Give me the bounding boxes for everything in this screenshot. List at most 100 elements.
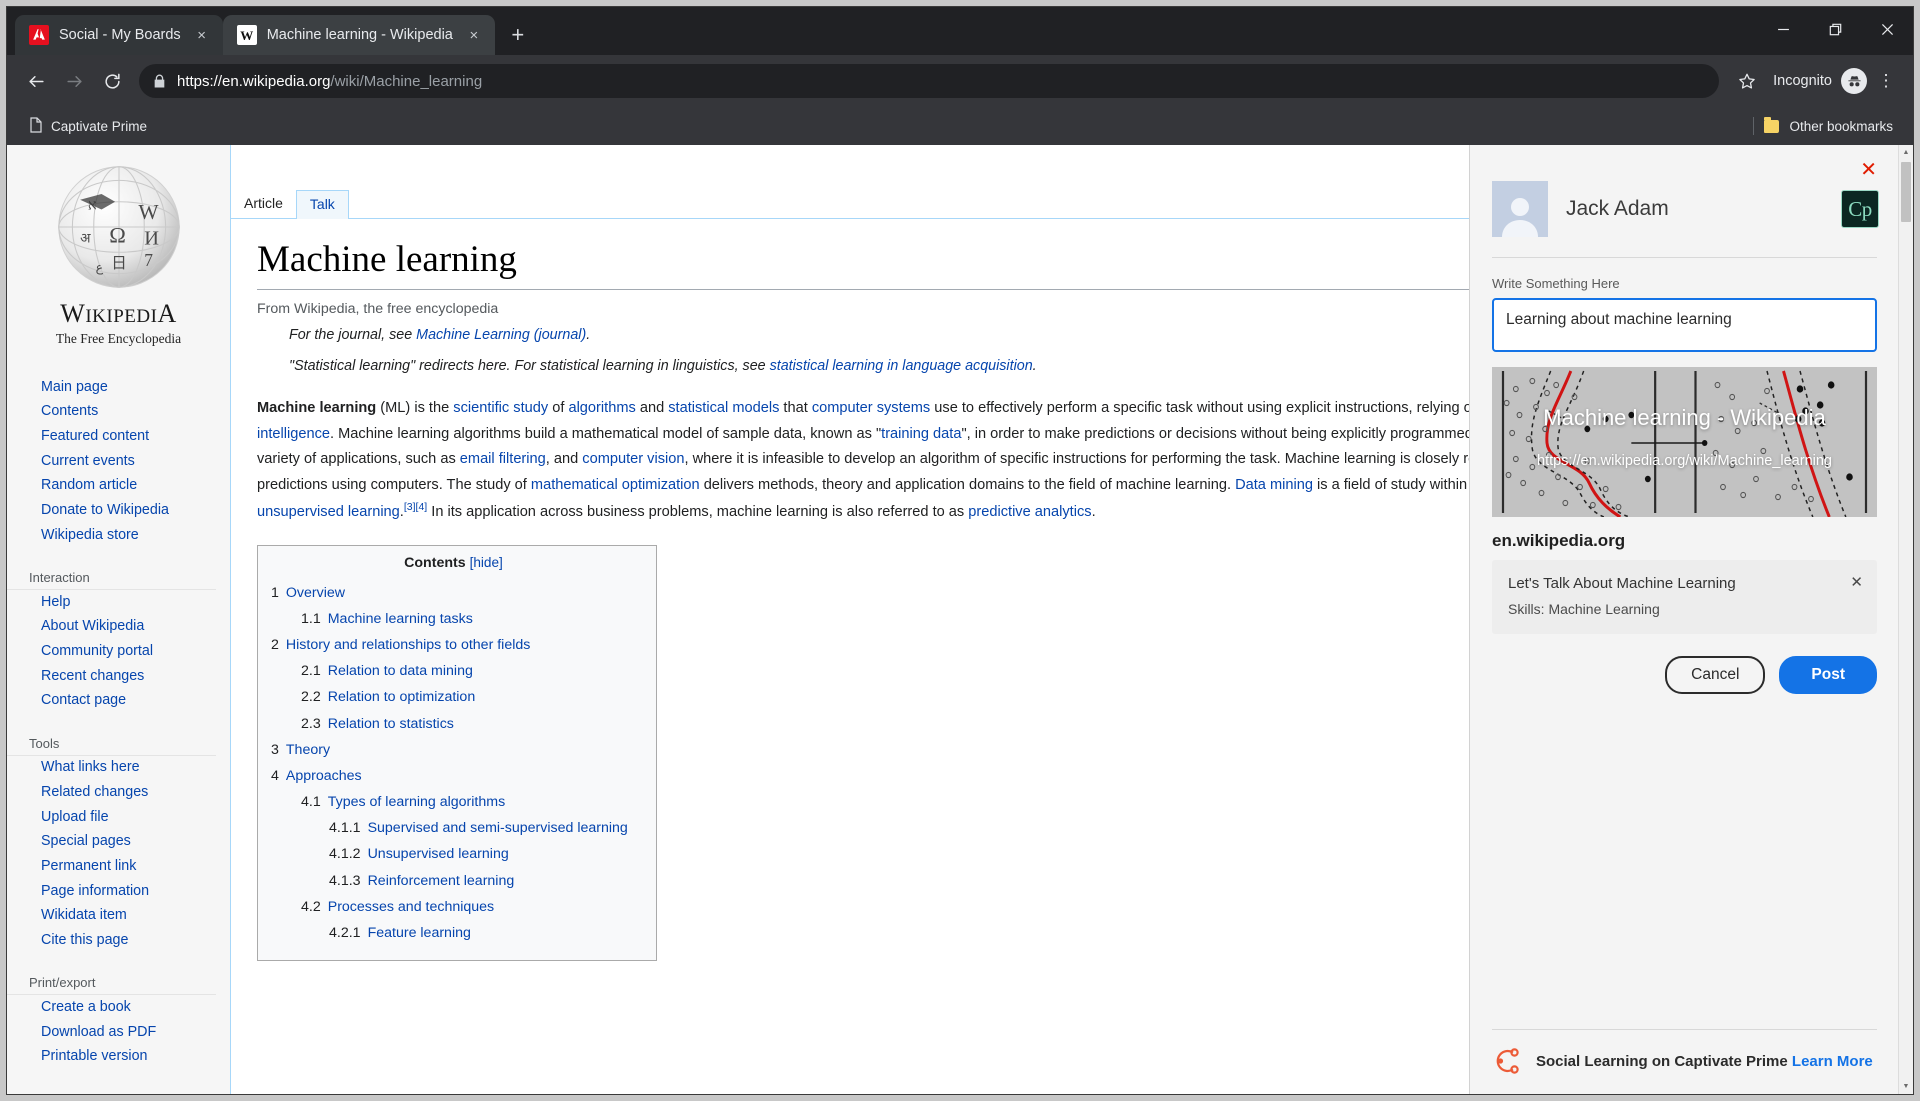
toc-entry[interactable]: 2 History and relationships to other fiel…: [269, 633, 638, 659]
sidebar-group: Interaction Help About Wikipedia Community …: [7, 566, 230, 730]
sidebar-item-special-pages[interactable]: Special pages: [7, 830, 230, 855]
toc-entry[interactable]: 1 Overview: [269, 580, 638, 606]
incognito-icon: [1841, 68, 1867, 94]
sidebar-item-page-information[interactable]: Page information: [7, 879, 230, 904]
reload-icon[interactable]: [95, 64, 129, 98]
sidebar-item-donate-to-wikipedia[interactable]: Donate to Wikipedia: [7, 499, 230, 524]
sidebar-item-recent-changes[interactable]: Recent changes: [7, 664, 230, 689]
toc-entry[interactable]: 4.1 Types of learning algorithms: [269, 790, 638, 816]
toc-label: Feature learning: [367, 924, 471, 941]
sidebar-item-cite-this-page[interactable]: Cite this page: [7, 929, 230, 954]
toc-entry[interactable]: 2.1 Relation to data mining: [269, 659, 638, 685]
sidebar-item-random-article[interactable]: Random article: [7, 474, 230, 499]
new-tab-button[interactable]: +: [501, 18, 535, 52]
tab-article[interactable]: Article: [231, 189, 296, 218]
toc-entry[interactable]: 2.3 Relation to statistics: [269, 711, 638, 737]
skill-card-dismiss-icon[interactable]: ✕: [1850, 573, 1863, 591]
toc-title: Contents [hide]: [269, 555, 638, 580]
toc-label: Supervised and semi-supervised learning: [367, 820, 628, 837]
sidebar-item-upload-file[interactable]: Upload file: [7, 805, 230, 830]
sidebar-item-create-a-book[interactable]: Create a book: [7, 995, 230, 1020]
scroll-down-icon[interactable]: ▼: [1899, 1079, 1913, 1094]
url-text: https://en.wikipedia.org/wiki/Machine_le…: [177, 73, 482, 90]
skill-card[interactable]: Let's Talk About Machine Learning Skills…: [1492, 560, 1877, 634]
toc-label: Relation to data mining: [327, 663, 473, 680]
toc-entry[interactable]: 4.1.1 Supervised and semi-supervised lear…: [269, 816, 638, 842]
toc-entry[interactable]: 1.1 Machine learning tasks: [269, 606, 638, 632]
toc-entry[interactable]: 4.1.3 Reinforcement learning: [269, 868, 638, 894]
svg-text:7: 7: [144, 250, 153, 270]
toc-entry[interactable]: 4.2.1 Feature learning: [269, 920, 638, 946]
tab-strip: Social - My Boards × W Machine learning …: [7, 7, 1913, 55]
captivate-prime-icon: [1496, 1048, 1519, 1074]
restore-icon[interactable]: [1809, 7, 1861, 51]
incognito-indicator[interactable]: Incognito: [1767, 68, 1867, 94]
wikipedia-icon: W: [236, 25, 257, 45]
hatnote-link[interactable]: Machine Learning (journal): [416, 327, 586, 343]
svg-text:И: И: [144, 227, 159, 249]
sidebar-item-wikipedia-store[interactable]: Wikipedia store: [7, 523, 230, 548]
panel-footer: Social Learning on Captivate Prime Learn…: [1492, 1029, 1877, 1094]
toc-entry[interactable]: 4 Approaches: [269, 763, 638, 789]
toc-label: History and relationships to other field…: [285, 637, 531, 654]
compose-input[interactable]: [1492, 298, 1877, 352]
browser-tab-wikipedia[interactable]: W Machine learning - Wikipedia ×: [222, 15, 495, 55]
sidebar-item-printable-version[interactable]: Printable version: [7, 1045, 230, 1070]
toc-number: 4.1.3: [329, 872, 361, 889]
sidebar-item-permanent-link[interactable]: Permanent link: [7, 855, 230, 880]
forward-arrow-icon[interactable]: [57, 64, 91, 98]
sidebar-item-what-links-here[interactable]: What links here: [7, 756, 230, 781]
sidebar-item-contents[interactable]: Contents: [7, 400, 230, 425]
address-bar[interactable]: https://en.wikipedia.org/wiki/Machine_le…: [139, 64, 1720, 98]
scrollbar-thumb[interactable]: [1901, 162, 1911, 222]
tab-talk[interactable]: Talk: [295, 189, 349, 219]
other-bookmarks-button[interactable]: Other bookmarks: [1789, 115, 1901, 138]
sidebar-item-wikidata-item[interactable]: Wikidata item: [7, 904, 230, 929]
minimize-icon[interactable]: [1757, 7, 1809, 51]
scatter-plot-image: [1492, 367, 1877, 517]
sidebar-item-about-wikipedia[interactable]: About Wikipedia: [7, 615, 230, 640]
toc-entry[interactable]: 4.1.2 Unsupervised learning: [269, 842, 638, 868]
sidebar-item-help[interactable]: Help: [7, 590, 230, 615]
preview-overlay-title: Machine learning - Wikipedia: [1543, 405, 1826, 430]
hatnote-link[interactable]: statistical learning in language acquisi…: [770, 358, 1033, 374]
footer-text: Social Learning on Captivate Prime Learn…: [1536, 1053, 1873, 1070]
learn-more-link[interactable]: Learn More: [1792, 1053, 1873, 1070]
toc-hide-link[interactable]: [hide]: [470, 555, 503, 570]
browser-menu-icon[interactable]: ⋮: [1871, 72, 1901, 89]
captivate-prime-badge: Cp: [1841, 190, 1879, 228]
sidebar-item-related-changes[interactable]: Related changes: [7, 780, 230, 805]
close-icon[interactable]: [1861, 7, 1913, 51]
toc-list: 1 Overview 1.1 Machine learning tasks 2 Histo…: [269, 580, 638, 946]
bookmark-label: Captivate Prime: [51, 118, 148, 134]
sidebar-item-community-portal[interactable]: Community portal: [7, 639, 230, 664]
cancel-button[interactable]: Cancel: [1665, 656, 1766, 694]
toc-label: Relation to optimization: [327, 689, 476, 706]
bookmark-captivate-prime[interactable]: Captivate Prime: [21, 113, 155, 140]
panel-close-icon[interactable]: ✕: [1860, 145, 1899, 179]
sidebar-item-contact-page[interactable]: Contact page: [7, 689, 230, 714]
browser-tab-social[interactable]: Social - My Boards ×: [15, 15, 223, 55]
sidebar-item-download-as-pdf[interactable]: Download as PDF: [7, 1020, 230, 1045]
sidebar-item-featured-content[interactable]: Featured content: [7, 424, 230, 449]
toc-entry[interactable]: 2.2 Relation to optimization: [269, 685, 638, 711]
sidebar-item-current-events[interactable]: Current events: [7, 449, 230, 474]
bookmark-star-icon[interactable]: [1731, 65, 1763, 97]
post-button[interactable]: Post: [1779, 656, 1877, 694]
scroll-up-icon[interactable]: ▲: [1899, 145, 1913, 160]
svg-text:Ω: Ω: [109, 223, 126, 248]
toc-title-text: Contents: [404, 555, 466, 572]
other-bookmarks-group: Other bookmarks: [1753, 115, 1901, 138]
toc-entry[interactable]: 4.2 Processes and techniques: [269, 894, 638, 920]
hatnote-text: For the journal, see: [289, 327, 417, 344]
wikipedia-logo[interactable]: Ω W И א अ 日 7 ع WIKIPEDIA The Free Encyc…: [7, 159, 230, 369]
link-preview-thumbnail[interactable]: Machine learning - Wikipedia https://en.…: [1492, 367, 1877, 517]
toc-number: 4.1.1: [329, 820, 361, 837]
close-icon[interactable]: ×: [463, 24, 485, 46]
close-icon[interactable]: ×: [191, 24, 213, 46]
toc-entry[interactable]: 3 Theory: [269, 737, 638, 763]
sidebar-item-main-page[interactable]: Main page: [7, 375, 230, 400]
back-arrow-icon[interactable]: [19, 64, 53, 98]
sidebar-group: Main page Contents Featured content Current…: [7, 369, 230, 564]
page-scrollbar[interactable]: ▲ ▼: [1898, 145, 1913, 1094]
